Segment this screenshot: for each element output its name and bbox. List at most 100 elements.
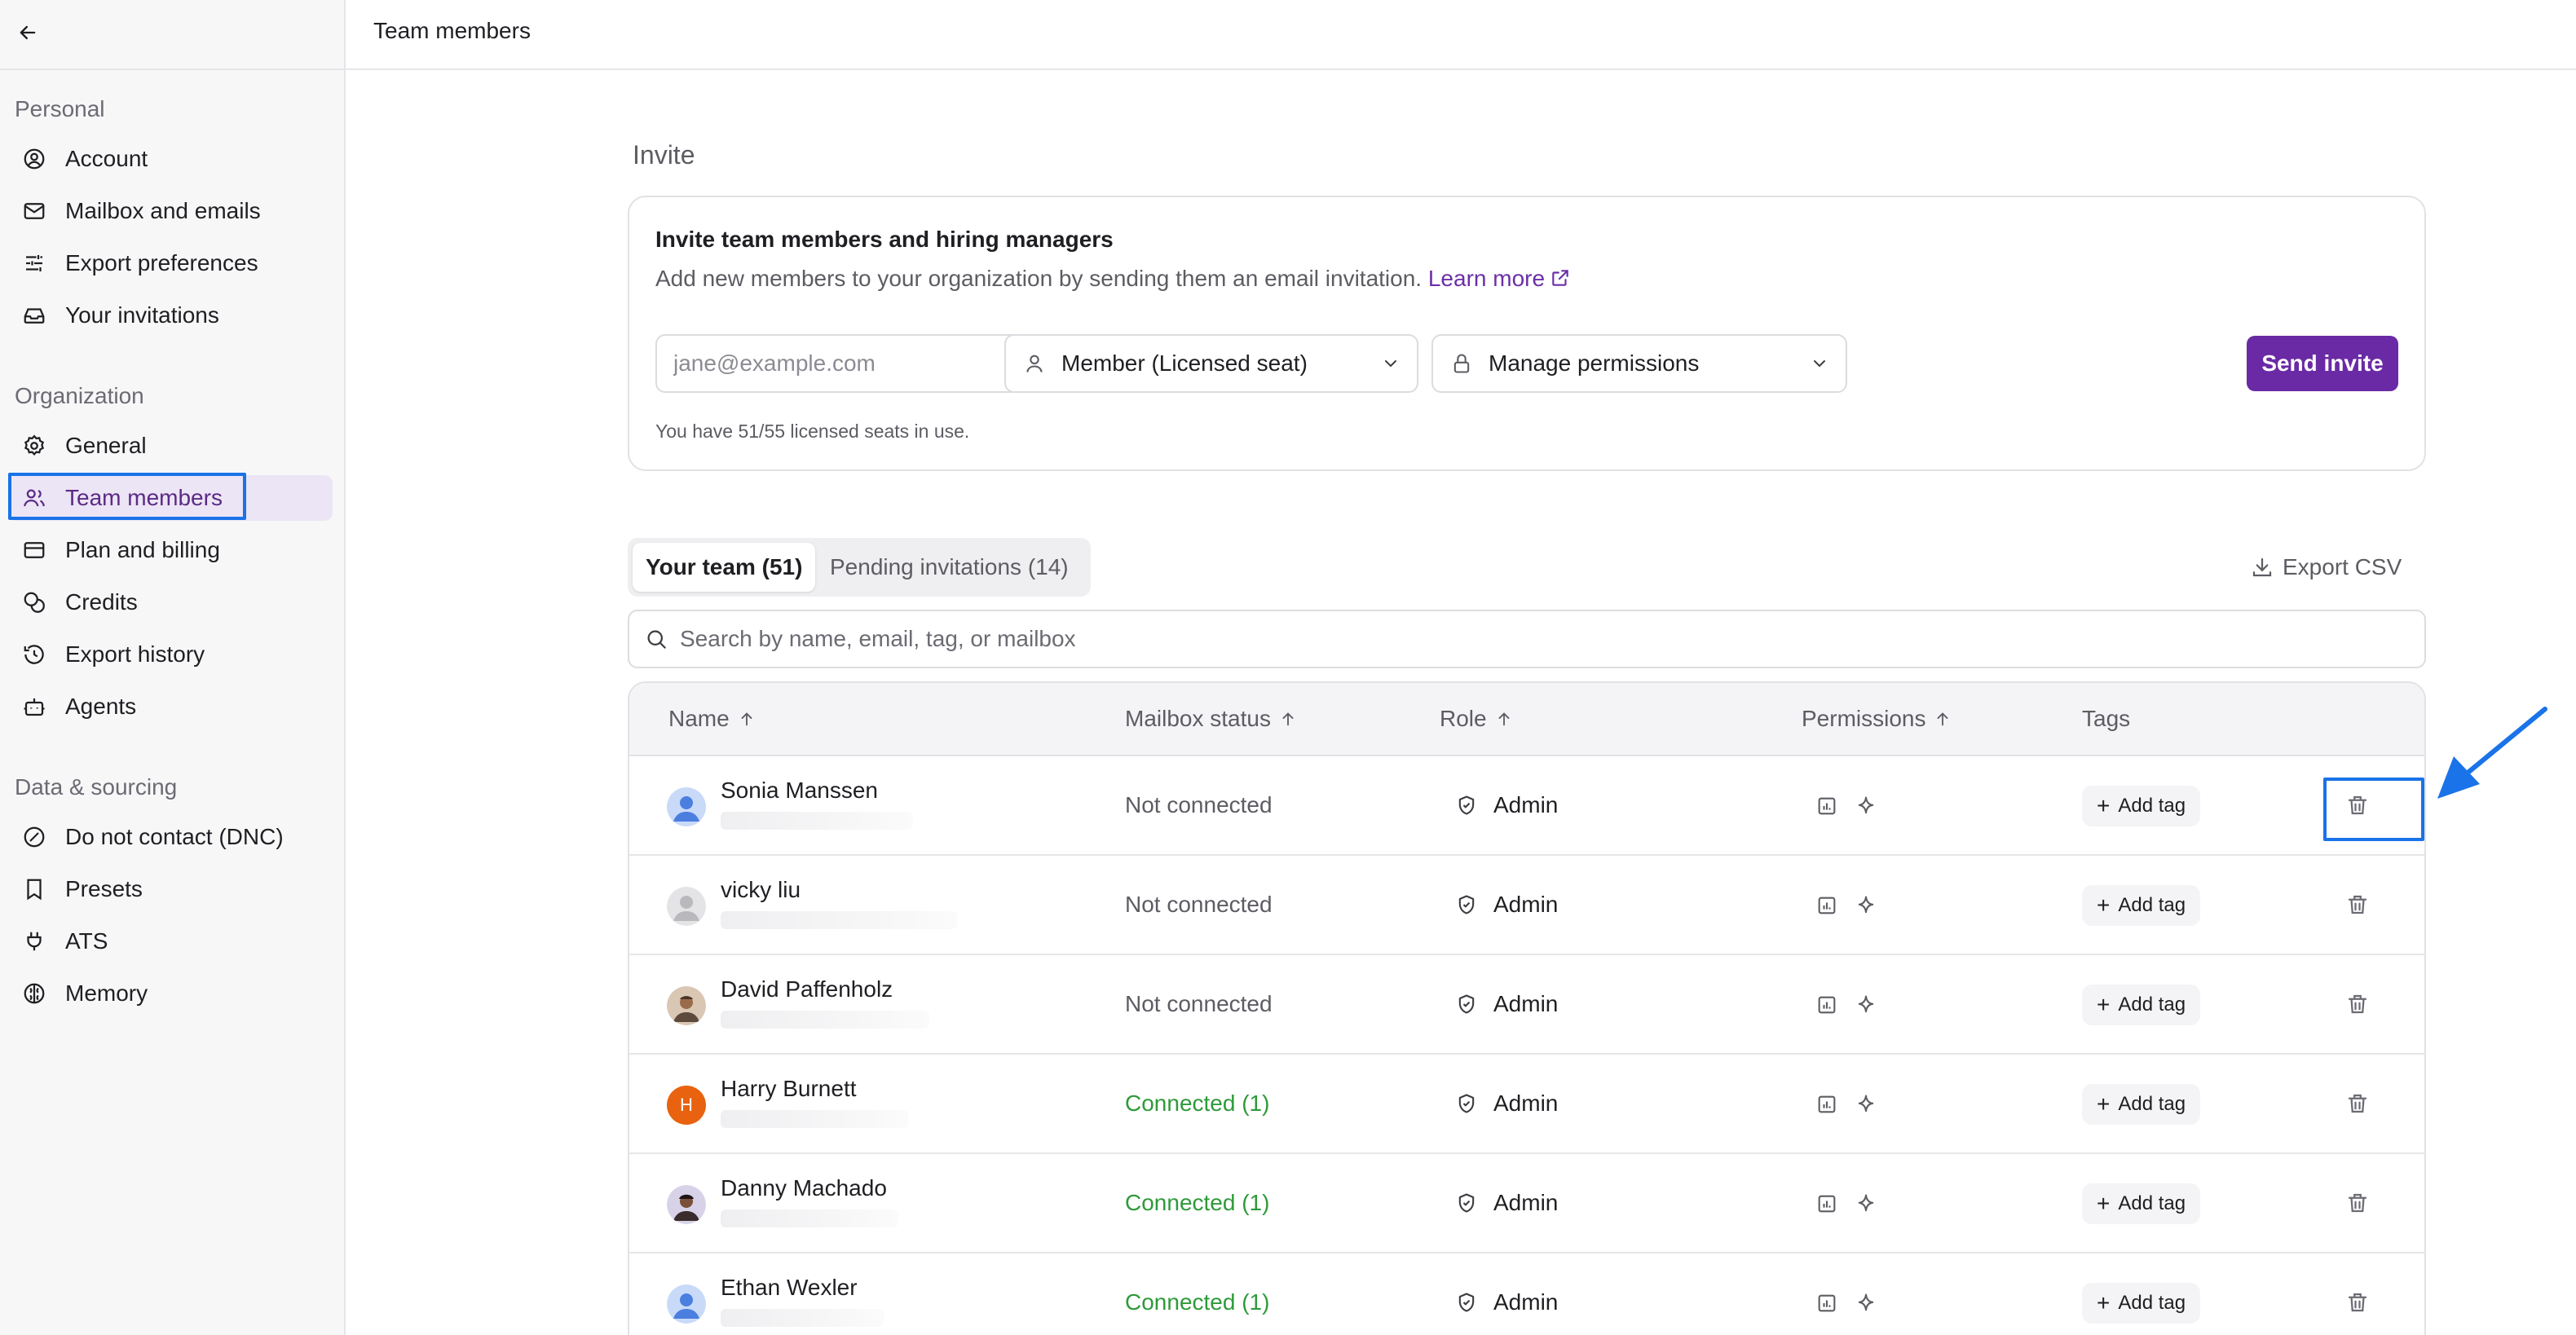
delete-member-button[interactable]	[2341, 789, 2374, 822]
sidebar-item-label: Export history	[65, 641, 205, 667]
analytics-icon[interactable]	[1813, 792, 1841, 820]
avatar: H	[667, 1086, 706, 1125]
invite-card: Invite team members and hiring managers …	[628, 196, 2426, 471]
sparkle-icon[interactable]	[1852, 1090, 1880, 1118]
delete-member-button[interactable]	[2341, 888, 2374, 921]
sidebar-item-do-not-contact[interactable]: Do not contact (DNC)	[8, 814, 333, 860]
column-header-label: Name	[668, 706, 730, 731]
column-header-role[interactable]: Role	[1440, 706, 1513, 732]
add-tag-button[interactable]: + Add tag	[2082, 985, 2201, 1025]
sidebar-item-label: Agents	[65, 694, 137, 719]
sparkle-icon[interactable]	[1852, 792, 1880, 820]
prohibited-icon	[20, 822, 49, 852]
analytics-icon[interactable]	[1813, 1090, 1841, 1118]
sidebar-item-plan-and-billing[interactable]: Plan and billing	[8, 527, 333, 573]
table-row[interactable]: Sonia Manssen Not connected Admin + Add t…	[629, 756, 2424, 856]
lock-icon	[1448, 350, 1475, 377]
mailbox-status: Connected (1)	[1125, 1289, 1270, 1315]
sidebar-item-label: Your invitations	[65, 302, 219, 328]
shield-check-icon	[1454, 1290, 1479, 1315]
sidebar-item-credits[interactable]: Credits	[8, 579, 333, 625]
table-row[interactable]: Ethan Wexler Connected (1) Admin + Add ta…	[629, 1253, 2424, 1335]
seats-usage-note: You have 51/55 licensed seats in use.	[655, 421, 970, 442]
team-tabs: Your team (51) Pending invitations (14)	[628, 538, 1091, 597]
sliders-icon	[20, 249, 49, 278]
add-tag-label: Add tag	[2118, 795, 2186, 817]
sidebar-item-team-members[interactable]: Team members	[8, 475, 333, 521]
permissions-cell	[1813, 792, 1891, 820]
export-csv-button[interactable]: Export CSV	[2250, 548, 2402, 587]
back-button[interactable]	[11, 16, 44, 49]
column-header-name[interactable]: Name	[668, 706, 756, 732]
add-tag-button[interactable]: + Add tag	[2082, 1283, 2201, 1324]
column-header-label: Role	[1440, 706, 1487, 731]
sidebar-item-mailbox[interactable]: Mailbox and emails	[8, 188, 333, 234]
tab-your-team[interactable]: Your team (51)	[633, 543, 816, 592]
sparkle-icon[interactable]	[1852, 991, 1880, 1019]
add-tag-button[interactable]: + Add tag	[2082, 1084, 2201, 1125]
sort-arrow-up-icon	[1495, 710, 1513, 728]
mailbox-status: Not connected	[1125, 892, 1273, 917]
table-row[interactable]: Danny Machado Connected (1) Admin + Add t…	[629, 1154, 2424, 1253]
plus-icon: +	[2097, 1191, 2111, 1216]
table-row[interactable]: vicky liu Not connected Admin + Add tag	[629, 856, 2424, 955]
delete-member-button[interactable]	[2341, 1286, 2374, 1319]
section-label-personal: Personal	[15, 96, 105, 121]
add-tag-button[interactable]: + Add tag	[2082, 885, 2201, 926]
sidebar-item-memory[interactable]: Memory	[8, 971, 333, 1016]
sparkle-icon[interactable]	[1852, 1289, 1880, 1317]
redacted-email	[721, 911, 957, 929]
sidebar-item-label: Do not contact (DNC)	[65, 824, 284, 849]
permissions-select[interactable]: Manage permissions	[1431, 334, 1847, 393]
role-select[interactable]: Member (Licensed seat)	[1004, 334, 1418, 393]
add-tag-label: Add tag	[2118, 1292, 2186, 1314]
sidebar-item-export-history[interactable]: Export history	[8, 632, 333, 677]
sidebar-item-general[interactable]: General	[8, 423, 333, 469]
table-row[interactable]: David Paffenholz Not connected Admin + Ad…	[629, 955, 2424, 1055]
trash-icon	[2348, 1094, 2367, 1113]
analytics-icon[interactable]	[1813, 892, 1841, 919]
chevron-down-icon	[1808, 352, 1831, 375]
trash-icon	[2348, 795, 2367, 815]
column-header-permissions[interactable]: Permissions	[1802, 706, 1952, 732]
column-header-label: Permissions	[1802, 706, 1926, 731]
sidebar-item-label: Credits	[65, 589, 138, 615]
bookmark-icon	[20, 875, 49, 904]
add-tag-button[interactable]: + Add tag	[2082, 786, 2201, 826]
mailbox-status: Connected (1)	[1125, 1090, 1270, 1116]
delete-member-button[interactable]	[2341, 1187, 2374, 1219]
learn-more-label: Learn more	[1427, 266, 1546, 291]
tab-pending-invitations[interactable]: Pending invitations (14)	[817, 543, 1082, 592]
sidebar-item-account[interactable]: Account	[8, 136, 333, 182]
column-header-mailbox-status[interactable]: Mailbox status	[1125, 706, 1297, 732]
member-name: Ethan Wexler	[721, 1275, 858, 1300]
sidebar-item-agents[interactable]: Agents	[8, 684, 333, 729]
sidebar-item-your-invitations[interactable]: Your invitations	[8, 293, 333, 338]
analytics-icon[interactable]	[1813, 1190, 1841, 1218]
add-tag-button[interactable]: + Add tag	[2082, 1183, 2201, 1224]
table-row[interactable]: H Harry Burnett Connected (1) Admin + Add…	[629, 1055, 2424, 1154]
sparkle-icon[interactable]	[1852, 892, 1880, 919]
sidebar-item-presets[interactable]: Presets	[8, 866, 333, 912]
delete-member-button[interactable]	[2341, 1087, 2374, 1120]
role-cell: Admin	[1454, 1289, 1558, 1315]
analytics-icon[interactable]	[1813, 1289, 1841, 1317]
chevron-down-icon	[1379, 352, 1402, 375]
search-input[interactable]	[680, 626, 2424, 652]
member-name: Danny Machado	[721, 1175, 887, 1201]
sidebar-item-ats[interactable]: ATS	[8, 919, 333, 964]
send-invite-button[interactable]: Send invite	[2247, 336, 2398, 391]
sidebar-item-label: ATS	[65, 928, 108, 954]
analytics-icon[interactable]	[1813, 991, 1841, 1019]
add-tag-label: Add tag	[2118, 1192, 2186, 1214]
search-icon	[642, 625, 670, 653]
delete-member-button[interactable]	[2341, 988, 2374, 1020]
sparkle-icon[interactable]	[1852, 1190, 1880, 1218]
sort-arrow-up-icon	[738, 710, 756, 728]
plus-icon: +	[2097, 892, 2111, 918]
learn-more-link[interactable]: Learn more	[1428, 266, 1571, 291]
sidebar-item-export-preferences[interactable]: Export preferences	[8, 240, 333, 286]
team-table: Name Mailbox status Role Permissions Tag…	[628, 681, 2426, 1335]
role-label: Admin	[1493, 1289, 1559, 1315]
shield-check-icon	[1454, 1091, 1479, 1116]
